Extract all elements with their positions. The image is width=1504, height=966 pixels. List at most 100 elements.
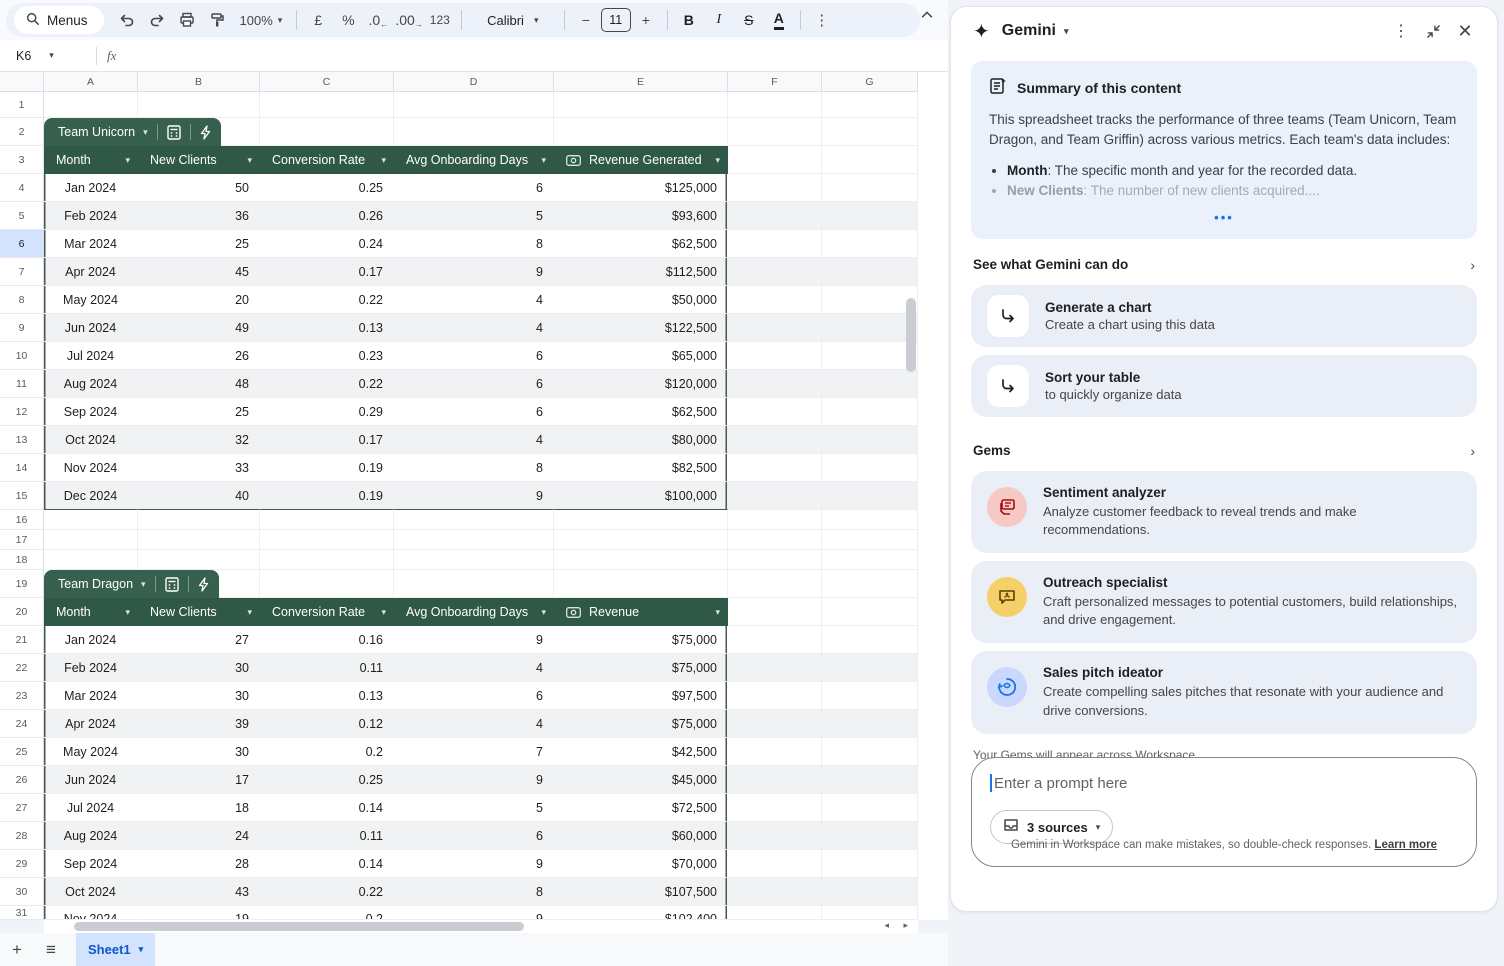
data-cell[interactable]: 40: [138, 482, 260, 510]
empty-cell[interactable]: [728, 314, 822, 342]
data-cell[interactable]: 0.29: [260, 398, 394, 426]
data-cell[interactable]: Dec 2024: [44, 482, 138, 510]
data-cell[interactable]: 4: [394, 286, 554, 314]
data-cell[interactable]: 0.22: [260, 878, 394, 906]
data-cell[interactable]: 5: [394, 202, 554, 230]
empty-cell[interactable]: [728, 482, 822, 510]
row-number-26[interactable]: 26: [0, 766, 44, 794]
row-number-29[interactable]: 29: [0, 850, 44, 878]
empty-cell[interactable]: [728, 202, 822, 230]
data-cell[interactable]: Aug 2024: [44, 822, 138, 850]
data-cell[interactable]: Nov 2024: [44, 906, 138, 920]
data-cell[interactable]: $65,000: [554, 342, 728, 370]
gem-card-sentiment-analyzer[interactable]: Sentiment analyzerAnalyze customer feedb…: [971, 471, 1477, 553]
table-header-cell[interactable]: Avg Onboarding Days▾: [394, 146, 554, 174]
all-sheets-button[interactable]: ≡: [34, 933, 68, 966]
empty-cell[interactable]: [394, 118, 554, 146]
empty-cell[interactable]: [728, 426, 822, 454]
data-cell[interactable]: 6: [394, 822, 554, 850]
data-cell[interactable]: 25: [138, 230, 260, 258]
data-cell[interactable]: $75,000: [554, 654, 728, 682]
vertical-scroll-thumb[interactable]: [906, 298, 916, 372]
row-number-30[interactable]: 30: [0, 878, 44, 906]
font-family-select[interactable]: Calibri ▾: [470, 7, 556, 33]
empty-cell[interactable]: [728, 626, 822, 654]
data-cell[interactable]: $97,500: [554, 682, 728, 710]
data-cell[interactable]: Oct 2024: [44, 878, 138, 906]
data-cell[interactable]: 0.22: [260, 286, 394, 314]
empty-cell[interactable]: [138, 92, 260, 118]
data-cell[interactable]: $93,600: [554, 202, 728, 230]
row-number-11[interactable]: 11: [0, 370, 44, 398]
data-cell[interactable]: 0.22: [260, 370, 394, 398]
data-cell[interactable]: 48: [138, 370, 260, 398]
data-cell[interactable]: $102,400: [554, 906, 728, 920]
horizontal-scroll-thumb[interactable]: [74, 922, 524, 931]
column-header-C[interactable]: C: [260, 72, 394, 92]
italic-button[interactable]: I: [706, 7, 732, 33]
data-cell[interactable]: 0.25: [260, 174, 394, 202]
data-cell[interactable]: 0.17: [260, 426, 394, 454]
decrease-decimal-button[interactable]: .0←: [365, 7, 391, 33]
empty-cell[interactable]: [728, 230, 822, 258]
empty-cell[interactable]: [728, 654, 822, 682]
data-cell[interactable]: 0.16: [260, 626, 394, 654]
row-number-3[interactable]: 3: [0, 146, 44, 174]
empty-cell[interactable]: [728, 570, 822, 598]
data-cell[interactable]: $42,500: [554, 738, 728, 766]
data-cell[interactable]: 43: [138, 878, 260, 906]
column-header-F[interactable]: F: [728, 72, 822, 92]
data-cell[interactable]: 0.26: [260, 202, 394, 230]
expand-summary-button[interactable]: •••: [989, 202, 1459, 229]
empty-cell[interactable]: [728, 850, 822, 878]
empty-cell[interactable]: [138, 530, 260, 550]
data-cell[interactable]: 0.2: [260, 738, 394, 766]
data-cell[interactable]: $80,000: [554, 426, 728, 454]
text-color-button[interactable]: A: [766, 7, 792, 33]
increase-font-size-button[interactable]: +: [633, 7, 659, 33]
empty-cell[interactable]: [554, 92, 728, 118]
row-number-18[interactable]: 18: [0, 550, 44, 570]
data-cell[interactable]: 0.11: [260, 822, 394, 850]
data-cell[interactable]: May 2024: [44, 286, 138, 314]
data-cell[interactable]: Apr 2024: [44, 258, 138, 286]
empty-cell[interactable]: [138, 510, 260, 530]
data-cell[interactable]: $62,500: [554, 230, 728, 258]
row-number-17[interactable]: 17: [0, 530, 44, 550]
empty-cell[interactable]: [728, 550, 822, 570]
undo-button[interactable]: [114, 7, 140, 33]
name-box[interactable]: K6 ▾: [0, 49, 86, 63]
panel-close-button[interactable]: ✕: [1449, 15, 1481, 47]
data-cell[interactable]: 27: [138, 626, 260, 654]
empty-cell[interactable]: [260, 510, 394, 530]
data-cell[interactable]: Jun 2024: [44, 314, 138, 342]
data-cell[interactable]: 6: [394, 398, 554, 426]
data-cell[interactable]: 19: [138, 906, 260, 920]
data-cell[interactable]: 0.19: [260, 482, 394, 510]
data-cell[interactable]: 4: [394, 426, 554, 454]
data-cell[interactable]: May 2024: [44, 738, 138, 766]
empty-cell[interactable]: [728, 118, 822, 146]
data-cell[interactable]: $107,500: [554, 878, 728, 906]
table-header-cell[interactable]: Revenue▾: [554, 598, 728, 626]
data-cell[interactable]: 8: [394, 878, 554, 906]
data-cell[interactable]: Mar 2024: [44, 230, 138, 258]
empty-cell[interactable]: [728, 510, 822, 530]
data-cell[interactable]: 36: [138, 202, 260, 230]
empty-cell[interactable]: [394, 550, 554, 570]
empty-cell[interactable]: [260, 118, 394, 146]
empty-cell[interactable]: [44, 530, 138, 550]
panel-more-options-button[interactable]: ⋮: [1385, 15, 1417, 47]
data-cell[interactable]: 30: [138, 738, 260, 766]
data-cell[interactable]: Jan 2024: [44, 174, 138, 202]
data-cell[interactable]: Sep 2024: [44, 850, 138, 878]
scroll-arrows[interactable]: ◂ ▸: [884, 920, 914, 931]
data-cell[interactable]: 28: [138, 850, 260, 878]
menus-button[interactable]: Menus: [14, 6, 104, 34]
table-header-cell[interactable]: Revenue Generated▾: [554, 146, 728, 174]
gemini-title-dropdown[interactable]: Gemini▾: [1002, 22, 1069, 40]
see-what-gemini-can-do-link[interactable]: See what Gemini can do›: [971, 239, 1477, 285]
empty-cell[interactable]: [728, 766, 822, 794]
grid-corner[interactable]: [0, 72, 44, 92]
empty-cell[interactable]: [728, 454, 822, 482]
